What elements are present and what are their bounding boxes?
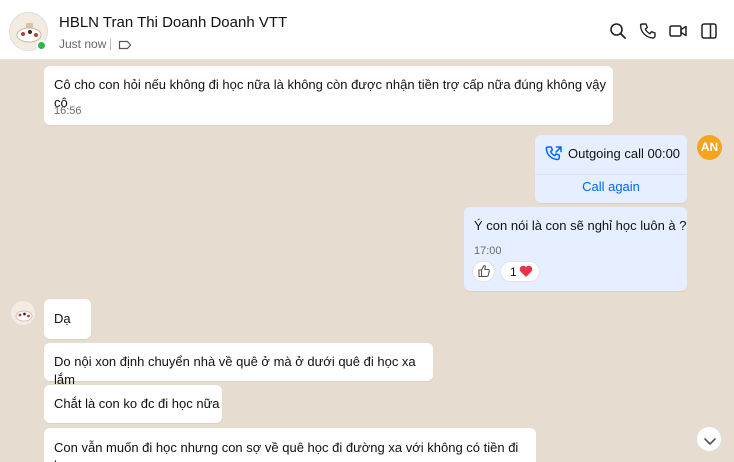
message-bubble-incoming[interactable]: Do nội xon định chuyển nhà về quê ở mà ở… [44, 343, 433, 387]
call-again-button[interactable]: Call again [535, 178, 687, 196]
divider [110, 39, 111, 50]
message-bubble-incoming[interactable]: Con vẫn muốn đi học nhưng con sợ về quê … [44, 428, 536, 462]
call-status-text: Outgoing call 00:00 [568, 146, 681, 161]
message-text: Chắt là con ko đc đi học nữa [54, 396, 220, 411]
message-text: Dạ [54, 311, 71, 326]
contact-avatar-small[interactable] [10, 300, 36, 326]
tag-icon[interactable] [118, 38, 132, 56]
message-text: Cô cho con hỏi nếu không đi học nữa là k… [54, 77, 606, 110]
message-bubble-incoming[interactable]: Dạ [44, 299, 91, 339]
phone-icon[interactable] [639, 22, 657, 40]
message-time: 17:00 [474, 245, 502, 257]
last-seen-status: Just now [59, 37, 107, 51]
reaction-count: 1 [510, 265, 517, 279]
message-bubble-incoming[interactable]: Cô cho con hỏi nếu không đi học nữa là k… [44, 66, 613, 125]
scroll-to-bottom-button[interactable] [696, 426, 722, 452]
heart-icon [519, 265, 533, 284]
online-status-dot [36, 40, 47, 51]
message-bubble-incoming[interactable]: Chắt là con ko đc đi học nữa [44, 385, 222, 423]
message-text: Ý con nói là con sẽ nghỉ học luôn à ? [474, 218, 687, 233]
like-icon [477, 264, 491, 284]
video-icon[interactable] [669, 22, 687, 40]
chevron-down-icon [703, 434, 717, 452]
divider [535, 174, 687, 175]
message-bubble-outgoing[interactable]: Ý con nói là con sẽ nghỉ học luôn à ? 17… [464, 207, 687, 291]
chat-header: HBLN Tran Thi Doanh Doanh VTT Just now [0, 0, 734, 60]
search-icon[interactable] [609, 22, 627, 40]
message-text: Con vẫn muốn đi học nhưng con sợ về quê … [54, 440, 519, 462]
message-time: 16:56 [54, 105, 82, 117]
sender-avatar[interactable]: AN [697, 135, 722, 160]
message-text: Do nội xon định chuyển nhà về quê ở mà ở… [54, 354, 416, 387]
message-list[interactable]: Cô cho con hỏi nếu không đi học nữa là k… [0, 60, 734, 462]
react-button[interactable] [472, 261, 495, 282]
call-bubble[interactable]: Outgoing call 00:00 Call again [535, 135, 687, 203]
outgoing-call-icon [545, 145, 563, 168]
contact-name[interactable]: HBLN Tran Thi Doanh Doanh VTT [59, 14, 287, 31]
sidebar-toggle-icon[interactable] [700, 22, 718, 40]
reaction-summary[interactable]: 1 [500, 261, 540, 282]
